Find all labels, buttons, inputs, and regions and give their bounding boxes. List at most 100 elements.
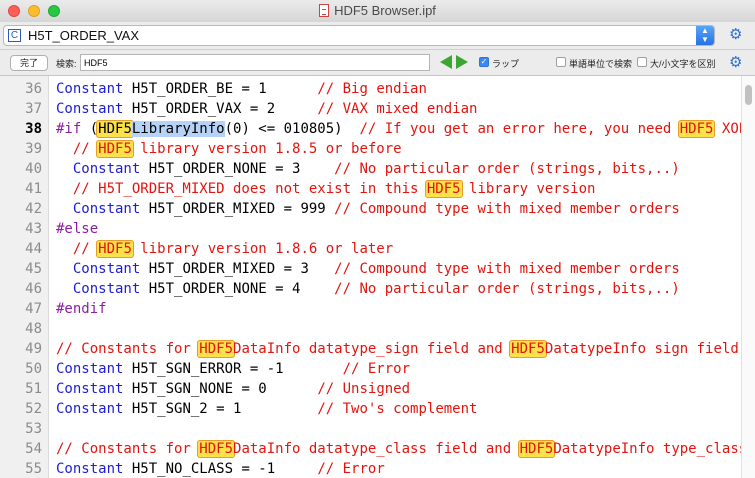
- search-match-highlight: HDF5: [517, 440, 556, 458]
- line-number: 47: [25, 301, 42, 317]
- line-number: 36: [25, 81, 42, 97]
- vertical-scrollbar[interactable]: [741, 76, 755, 478]
- code-token: // Error: [342, 361, 411, 377]
- wrap-checkbox[interactable]: ✓: [479, 57, 489, 67]
- code-text: Constant H5T_ORDER_MIXED = 3 // Compound…: [56, 259, 680, 279]
- code-line[interactable]: 52 Constant H5T_SGN_2 = 1 // Two's comple…: [0, 399, 741, 419]
- code-token: #endif: [56, 301, 107, 317]
- code-line[interactable]: 53: [0, 419, 741, 439]
- code-token: //: [56, 241, 99, 257]
- window-title-container: HDF5 Browser.ipf: [0, 3, 755, 18]
- code-line[interactable]: 54 // Constants for HDF5DataInfo datatype…: [0, 439, 741, 459]
- code-line[interactable]: 44 // HDF5 library version 1.8.6 or late…: [0, 239, 741, 259]
- procedure-bar: C H5T_ORDER_VAX ▲ ▼ ⚙: [0, 22, 755, 50]
- gear-icon[interactable]: ⚙: [729, 25, 742, 43]
- match-case-checkbox[interactable]: [637, 57, 647, 67]
- scrollbar-thumb[interactable]: [745, 85, 752, 105]
- code-token: library version: [460, 181, 596, 197]
- window-title: HDF5 Browser.ipf: [334, 3, 436, 18]
- code-line[interactable]: 41 // H5T_ORDER_MIXED does not exist in …: [0, 179, 741, 199]
- code-text: Constant H5T_ORDER_NONE = 4 // No partic…: [56, 279, 680, 299]
- search-match-highlight: HDF5: [96, 140, 134, 158]
- code-line[interactable]: 39 // HDF5 library version 1.8.5 or befo…: [0, 139, 741, 159]
- code-token: H5T_ORDER_VAX = 2: [123, 101, 318, 117]
- code-token: Constant: [56, 101, 124, 117]
- code-editor[interactable]: 36 Constant H5T_ORDER_BE = 1 // Big endia…: [0, 76, 741, 478]
- code-token: #else: [56, 221, 99, 237]
- find-options-gear-icon[interactable]: ⚙: [729, 53, 742, 71]
- code-token: Constant: [56, 461, 124, 477]
- code-text: // HDF5 library version 1.8.5 or before: [56, 139, 402, 159]
- line-number: 55: [25, 461, 42, 477]
- search-match-highlight: HDF5: [96, 120, 134, 138]
- code-token: // Constants for: [56, 441, 200, 457]
- code-token: // Error: [317, 461, 385, 477]
- code-token: // Big endian: [317, 81, 427, 97]
- code-line[interactable]: 47 #endif: [0, 299, 741, 319]
- line-number: 39: [25, 141, 42, 157]
- code-text: // Constants for HDF5DataInfo datatype_s…: [56, 339, 739, 359]
- updown-arrows-icon[interactable]: ▲ ▼: [696, 26, 714, 45]
- code-line[interactable]: 49 // Constants for HDF5DataInfo datatype…: [0, 339, 741, 359]
- search-match-highlight: HDF5: [96, 240, 134, 258]
- code-line[interactable]: 45 Constant H5T_ORDER_MIXED = 3 // Compo…: [0, 259, 741, 279]
- code-token: H5T_SGN_2 = 1: [123, 401, 318, 417]
- code-text: Constant H5T_SGN_2 = 1 // Two's compleme…: [56, 399, 477, 419]
- whole-word-label: 単語単位で検索: [569, 59, 633, 69]
- code-token: Constant: [72, 261, 141, 277]
- code-line[interactable]: 38 #if (HDF5LibraryInfo(0) <= 010805) // …: [0, 119, 741, 139]
- code-token: H5T_SGN_ERROR = -1: [123, 361, 343, 377]
- find-bar: 完了 検索: ✓ ラップ 単語単位で検索 大/小文字を区別 ⚙: [0, 50, 755, 76]
- code-token: // No particular order (strings, bits,..…: [334, 161, 680, 177]
- code-line[interactable]: 40 Constant H5T_ORDER_NONE = 3 // No par…: [0, 159, 741, 179]
- code-token: // Unsigned: [317, 381, 411, 397]
- title-bar: HDF5 Browser.ipf: [0, 0, 755, 23]
- code-line[interactable]: 50 Constant H5T_SGN_ERROR = -1 // Error: [0, 359, 741, 379]
- code-line[interactable]: 48: [0, 319, 741, 339]
- code-token: Constant: [56, 81, 124, 97]
- code-token: Constant: [72, 201, 141, 217]
- whole-word-checkbox[interactable]: [556, 57, 566, 67]
- code-token: H5T_ORDER_NONE = 4: [140, 281, 335, 297]
- constant-icon: C: [8, 29, 21, 42]
- code-token: DatatypeInfo type_class: [553, 441, 741, 457]
- code-token: Constant: [72, 161, 141, 177]
- code-line[interactable]: 55 Constant H5T_NO_CLASS = -1 // Error: [0, 459, 741, 478]
- code-token: H5T_ORDER_MIXED = 999: [140, 201, 335, 217]
- line-number: 37: [25, 101, 42, 117]
- code-text: Constant H5T_NO_CLASS = -1 // Error: [56, 459, 385, 478]
- code-token: // Constants for: [56, 341, 200, 357]
- line-number: 54: [25, 441, 42, 457]
- code-token: Constant: [56, 401, 124, 417]
- code-token: H5T_ORDER_NONE = 3: [140, 161, 335, 177]
- search-match-highlight: HDF5: [509, 340, 547, 358]
- code-token: // Compound type with mixed member order…: [334, 201, 680, 217]
- line-number: 41: [25, 181, 42, 197]
- code-text: Constant H5T_SGN_NONE = 0 // Unsigned: [56, 379, 410, 399]
- code-line[interactable]: 51 Constant H5T_SGN_NONE = 0 // Unsigned: [0, 379, 741, 399]
- code-line[interactable]: 37 Constant H5T_ORDER_VAX = 2 // VAX mixe…: [0, 99, 741, 119]
- done-button[interactable]: 完了: [10, 55, 48, 71]
- code-token: XOP: [721, 121, 741, 137]
- search-input[interactable]: [80, 54, 430, 71]
- code-line[interactable]: 42 Constant H5T_ORDER_MIXED = 999 // Com…: [0, 199, 741, 219]
- code-token: H5T_SGN_NONE = 0: [123, 381, 318, 397]
- line-number: 48: [25, 321, 42, 337]
- code-token: #if: [56, 121, 82, 137]
- line-number: 45: [25, 261, 42, 277]
- procedure-menu[interactable]: C H5T_ORDER_VAX ▲ ▼: [3, 25, 715, 46]
- code-token: Constant: [56, 361, 124, 377]
- code-line[interactable]: 46 Constant H5T_ORDER_NONE = 4 // No par…: [0, 279, 741, 299]
- find-previous-arrow-icon[interactable]: [440, 55, 452, 69]
- line-number: 42: [25, 201, 42, 217]
- code-token: (0) <= 010805): [224, 121, 360, 137]
- line-number: 52: [25, 401, 42, 417]
- line-number: 51: [25, 381, 42, 397]
- code-line[interactable]: 36 Constant H5T_ORDER_BE = 1 // Big endia…: [0, 79, 741, 99]
- code-text: Constant H5T_SGN_ERROR = -1 // Error: [56, 359, 410, 379]
- line-number: 49: [25, 341, 42, 357]
- code-token: DataInfo datatype_class field and: [233, 441, 520, 457]
- code-text: // HDF5 library version 1.8.6 or later: [56, 239, 393, 259]
- code-line[interactable]: 43 #else: [0, 219, 741, 239]
- find-next-arrow-icon[interactable]: [456, 55, 468, 69]
